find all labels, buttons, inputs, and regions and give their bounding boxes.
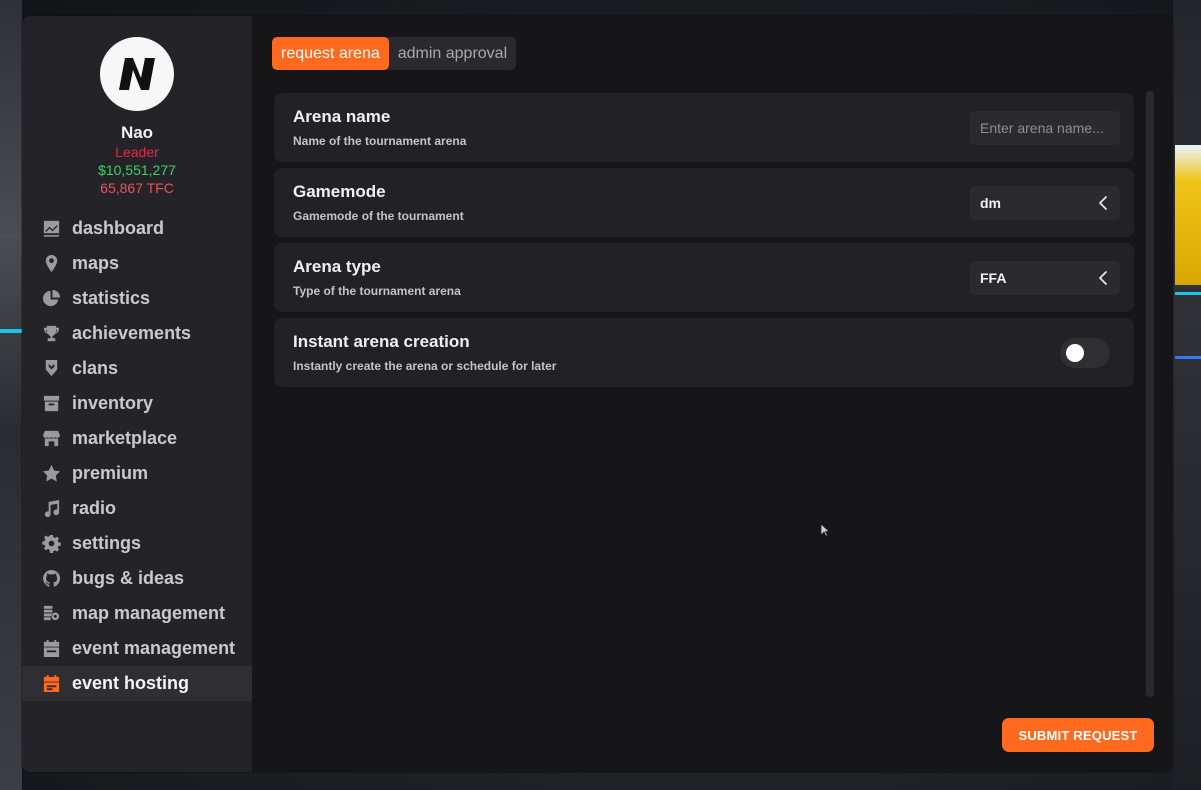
profile-card: Nao Leader $10,551,277 65,867 TFC <box>22 16 252 197</box>
sidebar-item-label: statistics <box>72 288 151 308</box>
setting-description: Instantly create the arena or schedule f… <box>293 359 557 373</box>
background-neon-light-right <box>1175 292 1201 295</box>
sidebar-item-clans[interactable]: clans <box>22 351 252 386</box>
sidebar-item-label: achievements <box>72 323 192 343</box>
inventory-box-icon <box>41 394 61 414</box>
sidebar-item-label: clans <box>72 358 119 378</box>
sidebar-item-label: dashboard <box>72 218 165 238</box>
background-game-world-left <box>0 0 22 790</box>
gamemode-select[interactable]: dm <box>970 186 1120 220</box>
main-panel: request arena admin approval Arena name … <box>252 16 1173 772</box>
tab-bar: request arena admin approval <box>272 37 517 70</box>
background-yellow-sign <box>1175 145 1201 285</box>
instant-creation-row: Instant arena creation Instantly create … <box>274 318 1134 387</box>
content-scrollbar[interactable] <box>1146 91 1154 697</box>
map-management-icon <box>41 604 61 624</box>
user-money: $10,551,277 <box>98 162 176 178</box>
store-icon <box>41 429 61 449</box>
arena-name-row: Arena name Name of the tournament arena <box>274 93 1134 162</box>
sidebar-item-label: event hosting <box>72 673 190 693</box>
pie-chart-icon <box>41 289 61 309</box>
star-icon <box>41 464 61 484</box>
sidebar-item-label: bugs & ideas <box>72 568 185 588</box>
chevron-left-icon <box>1099 196 1107 210</box>
tab-admin-approval[interactable]: admin approval <box>389 37 516 70</box>
clan-badge-icon <box>41 359 61 379</box>
sidebar-item-inventory[interactable]: inventory <box>22 386 252 421</box>
sidebar: Nao Leader $10,551,277 65,867 TFC dashbo… <box>22 16 252 772</box>
sidebar-item-label: map management <box>72 603 226 623</box>
tab-request-arena[interactable]: request arena <box>272 37 389 70</box>
background-game-world-right <box>1173 0 1201 790</box>
user-avatar[interactable] <box>100 37 174 111</box>
sidebar-item-label: event management <box>72 638 236 658</box>
background-neon-light-right-blue <box>1175 356 1201 359</box>
sidebar-item-radio[interactable]: radio <box>22 491 252 526</box>
gamemode-row: Gamemode Gamemode of the tournament dm <box>274 168 1134 237</box>
sidebar-item-event-management[interactable]: event management <box>22 631 252 666</box>
sidebar-item-marketplace[interactable]: marketplace <box>22 421 252 456</box>
dashboard-icon <box>41 219 61 239</box>
sidebar-item-label: premium <box>72 463 149 483</box>
app-window: Nao Leader $10,551,277 65,867 TFC dashbo… <box>22 16 1173 772</box>
sidebar-item-statistics[interactable]: statistics <box>22 281 252 316</box>
sidebar-item-achievements[interactable]: achievements <box>22 316 252 351</box>
toggle-knob <box>1066 344 1084 362</box>
sidebar-item-premium[interactable]: premium <box>22 456 252 491</box>
music-note-icon <box>41 499 61 519</box>
sidebar-item-dashboard[interactable]: dashboard <box>22 211 252 246</box>
sidebar-item-bugs-ideas[interactable]: bugs & ideas <box>22 561 252 596</box>
trophy-icon <box>41 324 61 344</box>
calendar-icon <box>41 639 61 659</box>
event-hosting-icon <box>41 674 61 694</box>
map-pin-icon <box>41 254 61 274</box>
sidebar-item-event-hosting[interactable]: event hosting <box>22 666 252 701</box>
submit-request-button[interactable]: SUBMIT REQUEST <box>1002 718 1154 752</box>
sidebar-item-label: maps <box>72 253 120 273</box>
user-role: Leader <box>115 144 159 160</box>
sidebar-item-label: marketplace <box>72 428 178 448</box>
background-neon-light <box>0 329 22 333</box>
arena-type-select[interactable]: FFA <box>970 261 1120 295</box>
arena-type-row: Arena type Type of the tournament arena … <box>274 243 1134 312</box>
n-logo-icon <box>119 58 155 90</box>
sidebar-item-label: settings <box>72 533 142 553</box>
instant-creation-toggle[interactable] <box>1060 338 1110 368</box>
user-tfc-balance: 65,867 TFC <box>100 180 174 196</box>
github-icon <box>41 569 61 589</box>
sidebar-item-maps[interactable]: maps <box>22 246 252 281</box>
arena-request-form: Arena name Name of the tournament arena … <box>274 93 1134 393</box>
sidebar-item-map-management[interactable]: map management <box>22 596 252 631</box>
gamemode-selected-value: dm <box>980 195 1001 211</box>
mouse-cursor-icon <box>820 523 830 537</box>
chevron-left-icon <box>1099 271 1107 285</box>
setting-title: Instant arena creation <box>293 332 470 351</box>
sidebar-item-label: radio <box>72 498 117 518</box>
sidebar-item-settings[interactable]: settings <box>22 526 252 561</box>
arena-name-input[interactable] <box>970 111 1120 145</box>
sidebar-item-label: inventory <box>72 393 154 413</box>
sidebar-nav: dashboard maps statistics achievements c… <box>22 211 252 701</box>
user-name: Nao <box>120 123 154 142</box>
gear-icon <box>41 534 61 554</box>
arena-type-selected-value: FFA <box>980 270 1007 286</box>
